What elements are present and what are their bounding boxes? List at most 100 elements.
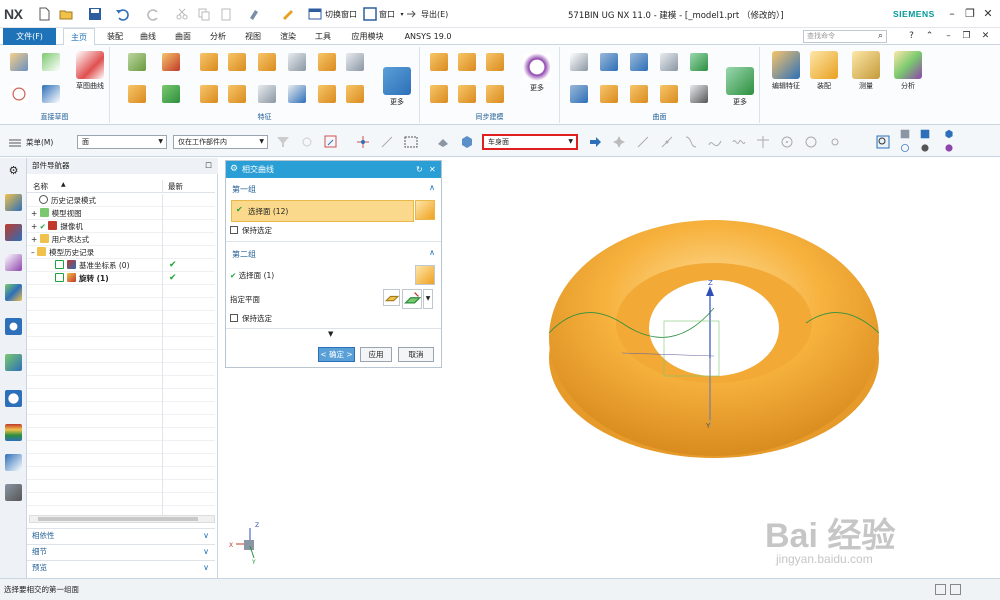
tab-home[interactable]: 主页 <box>63 28 95 45</box>
plane-dropdown-icon[interactable]: ▼ <box>423 289 433 309</box>
point-icon[interactable] <box>42 53 60 71</box>
curve-snap-icon[interactable] <box>684 135 698 149</box>
face-select-icon[interactable] <box>436 135 450 149</box>
patch-icon[interactable] <box>690 53 708 71</box>
checkbox-icon[interactable] <box>55 260 64 269</box>
export-icon[interactable] <box>404 6 420 22</box>
roles-icon[interactable] <box>5 424 22 441</box>
constraint-navigator-icon[interactable] <box>5 224 22 241</box>
bounded-plane-icon[interactable] <box>570 85 588 103</box>
feature-more-button[interactable]: 更多 <box>382 67 412 107</box>
collapse-icon[interactable]: ∧ <box>429 248 435 257</box>
window-menu[interactable]: 窗口 <box>379 9 395 20</box>
edge-blend-icon[interactable] <box>318 85 336 103</box>
pocket-icon[interactable] <box>258 53 276 71</box>
minimize-button[interactable]: – <box>944 6 960 22</box>
subtract-icon[interactable] <box>162 85 180 103</box>
intersect-icon[interactable] <box>200 85 218 103</box>
surface-more-button[interactable]: 更多 <box>725 67 755 107</box>
sync-more-button[interactable]: 更多 <box>522 53 552 93</box>
help-icon[interactable]: ? <box>905 30 918 43</box>
sew-icon[interactable] <box>630 85 648 103</box>
column-latest[interactable]: 最新 <box>168 181 183 192</box>
select-face2-row[interactable]: ✔ 选择面 (1) <box>230 270 274 281</box>
delete-face-icon[interactable] <box>458 85 476 103</box>
tab-surface[interactable]: 曲面 <box>168 28 198 45</box>
tab-curve[interactable]: 曲线 <box>133 28 163 45</box>
accordion-preview[interactable]: 预览 ∨ <box>27 560 215 573</box>
face-selector-icon[interactable] <box>415 265 435 285</box>
save-icon[interactable] <box>87 6 103 22</box>
switch-window-label[interactable]: 切换窗口 <box>325 9 357 20</box>
undo-icon[interactable] <box>114 6 130 22</box>
horizontal-scrollbar[interactable] <box>29 515 215 523</box>
trim-body-icon[interactable] <box>258 85 276 103</box>
checkbox-icon[interactable] <box>55 273 64 282</box>
menu-icon[interactable] <box>8 136 22 150</box>
extrude-icon[interactable] <box>128 53 146 71</box>
resize-blend-icon[interactable] <box>486 85 504 103</box>
apply-button[interactable]: 应用 <box>360 347 392 362</box>
rotate-view-icon[interactable] <box>900 143 910 153</box>
light-icon[interactable] <box>944 143 954 153</box>
unite-icon[interactable] <box>128 85 146 103</box>
ribbon-minimize-icon[interactable]: – <box>942 30 955 43</box>
type-filter-select[interactable]: 面 ▼ <box>77 135 167 149</box>
pull-face-icon[interactable] <box>458 53 476 71</box>
body-select-icon[interactable] <box>460 135 474 149</box>
intersection-snap-icon[interactable] <box>756 135 770 149</box>
analysis-button[interactable]: 分析 <box>892 51 924 91</box>
offset-region-icon[interactable] <box>486 53 504 71</box>
tree-row-model-history[interactable]: – 模型历史记录 <box>27 246 215 259</box>
collapse-icon[interactable]: ∧ <box>429 183 435 192</box>
copy-icon[interactable] <box>196 6 212 22</box>
new-file-icon[interactable] <box>36 6 52 22</box>
draft-icon[interactable] <box>346 53 364 71</box>
sort-asc-icon[interactable]: ▲ <box>61 181 66 188</box>
tree-row-revolve[interactable]: 旋转 (1) ✔ <box>27 272 215 285</box>
tab-assembly[interactable]: 装配 <box>100 28 130 45</box>
arrow-right-icon[interactable] <box>588 135 602 149</box>
select-face1-row[interactable]: ✔ 选择面 (12) <box>231 200 414 222</box>
pattern-icon[interactable] <box>288 53 306 71</box>
redo-icon[interactable] <box>146 6 162 22</box>
navigator-maximize-icon[interactable]: ☐ <box>205 158 212 174</box>
restore-button[interactable]: ❐ <box>962 6 978 22</box>
sketch-curve-button[interactable]: 草图曲线 <box>75 51 105 91</box>
web-browser-icon[interactable] <box>5 318 22 335</box>
reset-icon[interactable]: ↻ <box>416 161 423 178</box>
tab-ansys[interactable]: ANSYS 19.0 <box>398 28 458 45</box>
ribbon-close-icon[interactable]: ✕ <box>979 30 992 43</box>
group1-header[interactable]: 第一组 <box>232 184 256 195</box>
window-icon[interactable] <box>362 6 378 22</box>
nx-icon[interactable] <box>5 454 22 471</box>
line-snap-icon[interactable] <box>636 135 650 149</box>
boss-icon[interactable] <box>228 53 246 71</box>
tab-view[interactable]: 视图 <box>238 28 268 45</box>
select-objects-icon[interactable] <box>300 135 314 149</box>
vertex-snap-icon[interactable] <box>380 135 394 149</box>
face-selector-icon[interactable] <box>415 200 435 220</box>
search-icon[interactable]: ⌕ <box>874 30 887 43</box>
open-folder-icon[interactable] <box>58 6 74 22</box>
through-curves-icon[interactable] <box>570 53 588 71</box>
tree-row-datum-csys[interactable]: 基准坐标系 (0) ✔ <box>27 259 215 272</box>
chamfer-icon[interactable] <box>346 85 364 103</box>
ok-button[interactable]: < 确定 > <box>318 347 355 362</box>
snap-icon[interactable] <box>324 135 338 149</box>
wave-icon[interactable] <box>732 135 746 149</box>
close-button[interactable]: ✕ <box>980 6 996 22</box>
assembly-button[interactable]: 装配 <box>808 51 840 91</box>
inferred-plane-icon[interactable] <box>402 289 422 309</box>
menu-button[interactable]: 菜单(M) <box>26 137 53 148</box>
tab-analysis[interactable]: 分析 <box>203 28 233 45</box>
cut-icon[interactable] <box>174 6 190 22</box>
clock-icon[interactable] <box>5 390 22 407</box>
history-palette-icon[interactable] <box>5 354 22 371</box>
reuse-library-icon[interactable] <box>5 284 22 301</box>
extension-icon[interactable] <box>690 85 708 103</box>
checkbox[interactable] <box>230 314 238 322</box>
dialog-close-icon[interactable]: ✕ <box>429 161 436 178</box>
studio-surface-icon[interactable] <box>630 53 648 71</box>
circle-icon[interactable] <box>10 85 28 103</box>
